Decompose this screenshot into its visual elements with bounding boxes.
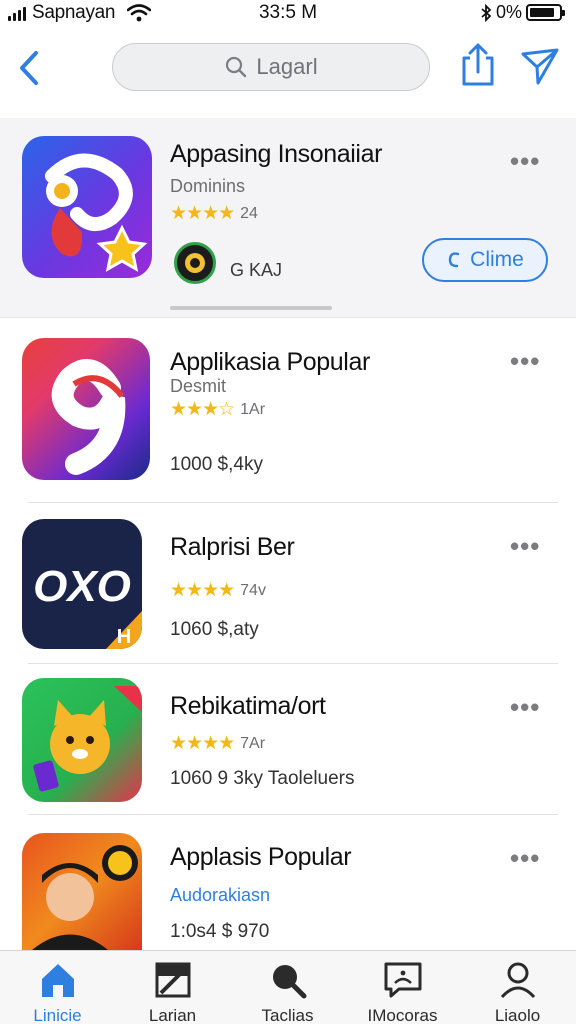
app-rating: ★★★☆ 1Ar	[170, 398, 265, 421]
tab-label: IMocoras	[367, 1006, 438, 1024]
cloud-download-icon	[448, 252, 460, 268]
more-options-button[interactable]: •••	[510, 148, 540, 174]
app-price: 1060 $,aty	[170, 619, 259, 640]
list-item[interactable]: OXO H Ralprisi Ber ★★★★ 74v 1060 $,aty •…	[0, 503, 576, 663]
developer-name: G KAJ	[230, 260, 283, 280]
status-right: 0%	[480, 2, 565, 23]
share-icon[interactable]	[460, 42, 496, 88]
app-icon	[22, 338, 150, 480]
bluetooth-icon	[481, 3, 492, 22]
tab-bar: Linicie Larian Taclias IMocoras Liaolo	[0, 950, 576, 1024]
developer-avatar	[174, 242, 216, 284]
tab-search[interactable]: Taclias	[230, 951, 345, 1024]
app-rating: ★★★★ 74v	[170, 579, 266, 602]
tab-messages[interactable]: IMocoras	[345, 951, 460, 1024]
tab-label: Larian	[148, 1006, 197, 1024]
get-button-label: Clime	[470, 248, 524, 271]
featured-underline	[170, 306, 332, 310]
featured-app-icon	[22, 136, 152, 278]
list-item[interactable]: Applikasia Popular Desmit ★★★☆ 1Ar 1000 …	[0, 318, 576, 502]
tab-home[interactable]: Linicie	[0, 951, 115, 1024]
app-rating: ★★★★ 7Ar	[170, 732, 265, 755]
app-title: Applikasia Popular	[170, 348, 370, 376]
tab-label: Linicie	[33, 1006, 82, 1024]
message-icon	[384, 962, 421, 998]
search-icon	[226, 56, 247, 78]
app-price: 1:0s4 $ 970	[170, 921, 270, 942]
person-icon	[500, 962, 535, 999]
search-field[interactable]: Lagarl	[112, 43, 430, 91]
star-rating: ★★★☆	[170, 399, 235, 420]
rating-count: 74v	[240, 581, 266, 599]
app-subtitle: Audorakiasn	[170, 885, 271, 905]
rating-count: 7Ar	[240, 734, 266, 752]
search-placeholder: Lagarl	[256, 54, 318, 79]
star-rating: ★★★★	[170, 203, 235, 224]
tab-label: Liaolo	[494, 1006, 541, 1024]
more-options-button[interactable]: •••	[510, 845, 540, 871]
more-options-button[interactable]: •••	[510, 348, 540, 374]
app-price: 1060 9 3ky Taoleluers	[170, 768, 355, 789]
featured-app-title: Appasing Insonaiiar	[170, 140, 382, 168]
svg-text:H: H	[117, 626, 131, 648]
search-icon	[272, 965, 306, 999]
app-price: 1000 $,4ky	[170, 454, 263, 475]
app-title: Ralprisi Ber	[170, 533, 295, 561]
tab-label: Taclias	[261, 1006, 314, 1024]
rating-count: 1Ar	[240, 400, 266, 418]
battery-icon	[526, 4, 565, 21]
app-icon: OXO H	[22, 519, 142, 649]
featured-app-card[interactable]: Appasing Insonaiiar Dominins ★★★★ 24 •••…	[0, 118, 576, 318]
list-item[interactable]: Applasis Popular Audorakiasn 1:0s4 $ 970…	[0, 815, 576, 950]
get-button[interactable]: Clime	[422, 238, 548, 282]
featured-app-subtitle: Dominins	[170, 176, 246, 196]
tab-edit[interactable]: Larian	[115, 951, 230, 1024]
svg-text:OXO: OXO	[33, 562, 131, 611]
edit-icon	[155, 962, 190, 998]
status-bar: Sapnayan 33:5 M 0%	[0, 0, 576, 28]
back-icon[interactable]	[14, 48, 46, 88]
more-options-button[interactable]: •••	[510, 694, 540, 720]
app-icon	[22, 678, 142, 802]
app-icon	[22, 833, 142, 950]
home-icon	[41, 964, 74, 997]
battery-percent: 0%	[495, 2, 522, 22]
app-title: Rebikatima/ort	[170, 692, 326, 720]
more-options-button[interactable]: •••	[510, 533, 540, 559]
list-item[interactable]: Rebikatima/ort ★★★★ 7Ar 1060 9 3ky Taole…	[0, 664, 576, 814]
featured-rating: ★★★★ 24	[170, 202, 258, 225]
star-rating: ★★★★	[170, 580, 235, 601]
rating-count: 24	[240, 204, 258, 222]
app-subtitle: Desmit	[170, 376, 227, 396]
star-rating: ★★★★	[170, 733, 235, 754]
send-icon[interactable]	[520, 46, 560, 86]
nav-bar: Lagarl	[0, 28, 576, 108]
app-title: Applasis Popular	[170, 843, 352, 871]
tab-profile[interactable]: Liaolo	[460, 951, 575, 1024]
